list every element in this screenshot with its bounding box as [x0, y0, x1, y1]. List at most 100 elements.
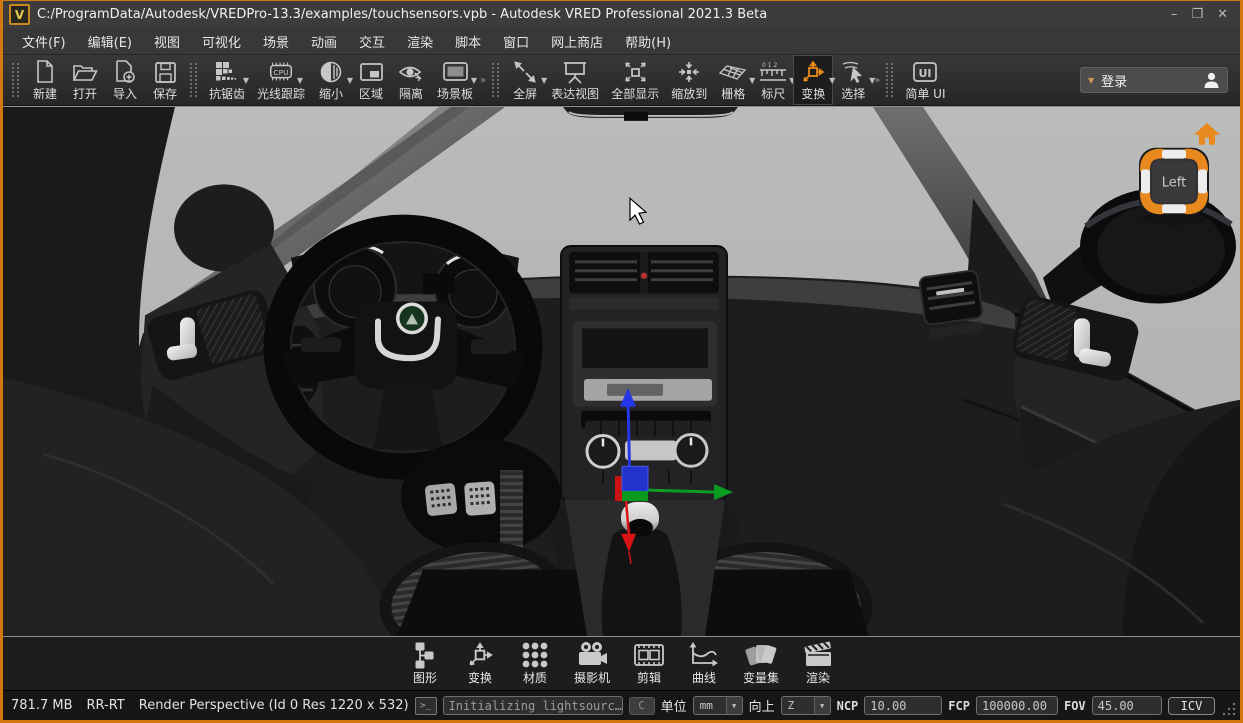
camera-button[interactable]: 摄影机	[570, 637, 614, 690]
fcp-field[interactable]: 100000.00	[975, 696, 1058, 715]
dropdown-arrow-icon[interactable]: ▼	[869, 76, 875, 85]
fullscreen-icon: ▼	[511, 59, 547, 85]
menu-store[interactable]: 网上商店	[540, 28, 614, 54]
menu-script[interactable]: 脚本	[444, 28, 492, 54]
menu-interaction[interactable]: 交互	[348, 28, 396, 54]
downscale-button[interactable]: ▼ 缩小	[311, 55, 353, 105]
fov-field[interactable]: 45.00	[1091, 696, 1162, 715]
menu-edit[interactable]: 编辑(E)	[77, 28, 143, 54]
show-all-icon	[621, 59, 649, 85]
cube-edge[interactable]	[1141, 169, 1150, 194]
cube-edge[interactable]	[1162, 204, 1186, 214]
toolbar-handle[interactable]	[190, 63, 197, 97]
scenegraph-button[interactable]: 图形	[405, 637, 445, 690]
dropdown-arrow-icon[interactable]: ▼	[725, 697, 742, 714]
toolbar-overflow-chevron[interactable]: »	[480, 75, 486, 86]
svg-text:CPU: CPU	[273, 68, 288, 77]
material-button[interactable]: 材质	[515, 637, 555, 690]
cube-edge[interactable]	[1162, 149, 1186, 159]
console-redraw	[565, 500, 725, 636]
region-icon	[357, 59, 385, 85]
units-label: 单位	[660, 700, 687, 715]
presentation-button[interactable]: 表达视图	[545, 55, 605, 105]
menu-window[interactable]: 窗口	[492, 28, 540, 54]
button-label: 导入	[112, 87, 137, 101]
menu-view[interactable]: 视图	[143, 28, 191, 54]
button-label: 摄影机	[573, 671, 610, 685]
presentation-icon	[561, 59, 589, 85]
user-icon	[1204, 72, 1219, 88]
select-button[interactable]: ▼ 选择	[833, 55, 875, 105]
raytracing-button[interactable]: CPU ▼ 光线跟踪	[251, 55, 311, 105]
curve-button[interactable]: 曲线	[684, 637, 724, 690]
antialiasing-button[interactable]: ▼ 抗锯齿	[203, 55, 251, 105]
view-cube[interactable]: Left	[1139, 147, 1209, 226]
icv-button[interactable]: ICV	[1167, 696, 1216, 715]
transform-bottom-button[interactable]: 变换	[460, 637, 500, 690]
units-combobox[interactable]: mm ▼	[692, 696, 743, 715]
region-button[interactable]: 区域	[351, 55, 391, 105]
dropdown-arrow-icon[interactable]: ▼	[243, 76, 249, 85]
dropdown-arrow-icon[interactable]: ▼	[297, 76, 303, 85]
c-button[interactable]: C	[628, 696, 655, 715]
grid-button[interactable]: ▼ 栅格	[713, 55, 755, 105]
dropdown-arrow-icon[interactable]: ▼	[471, 76, 477, 85]
menu-visualization[interactable]: 可视化	[191, 28, 252, 54]
save-button[interactable]: 保存	[145, 55, 185, 105]
open-button[interactable]: 打开	[65, 55, 105, 105]
import-button[interactable]: 导入	[105, 55, 145, 105]
status-bar: 781.7 MB RR-RT Render Perspective (Id 0 …	[3, 690, 1240, 720]
gizmo-plane-handle[interactable]	[621, 465, 649, 492]
transform-icon	[464, 640, 496, 669]
login-combobox[interactable]: ▼ 登录	[1080, 67, 1228, 93]
select-cursor-icon: ▼	[839, 59, 875, 85]
dropdown-arrow-icon[interactable]: ▼	[813, 697, 830, 714]
menu-animation[interactable]: 动画	[300, 28, 348, 54]
button-label: 变量集	[743, 671, 780, 685]
button-label: 剪辑	[636, 671, 661, 685]
simple-ui-button[interactable]: UI 简单 UI	[899, 55, 951, 105]
transform-icon: ▼	[799, 59, 835, 85]
menu-file[interactable]: 文件(F)	[11, 28, 77, 54]
toolbar-handle[interactable]	[492, 63, 500, 97]
menu-help[interactable]: 帮助(H)	[614, 28, 682, 54]
gizmo-y-axis[interactable]	[647, 488, 718, 494]
grid-icon: ▼	[719, 59, 755, 85]
gizmo-y-plane[interactable]	[622, 491, 648, 502]
zoom-to-icon	[675, 59, 703, 85]
resize-grip[interactable]	[1223, 702, 1237, 715]
show-all-button[interactable]: 全部显示	[605, 55, 665, 105]
menu-bar: 文件(F) 编辑(E) 视图 可视化 场景 动画 交互 渲染 脚本 窗口 网上商…	[3, 28, 1240, 55]
transform-button[interactable]: ▼ 变换	[793, 55, 835, 105]
variant-sets-button[interactable]: 变量集	[739, 637, 783, 690]
cube-face-label[interactable]: Left	[1162, 175, 1186, 190]
ncp-field[interactable]: 10.00	[864, 696, 943, 715]
minimize-button[interactable]: –	[1171, 7, 1178, 22]
render-button[interactable]: 渲染	[798, 637, 838, 690]
toolbar-handle[interactable]	[886, 63, 894, 97]
up-axis-combobox[interactable]: Z ▼	[780, 696, 831, 715]
menu-scene[interactable]: 场景	[252, 28, 300, 54]
maximize-button[interactable]: ❐	[1191, 7, 1203, 22]
render-viewport[interactable]: Left	[3, 106, 1240, 637]
sceneplate-button[interactable]: ▼ 场景板	[431, 55, 479, 105]
ruler-button[interactable]: 0 1 2 ▼ 标尺	[753, 55, 795, 105]
toolbar-handle[interactable]	[12, 63, 19, 97]
svg-text:0 1 2: 0 1 2	[762, 62, 777, 69]
new-button[interactable]: 新建	[25, 55, 65, 105]
terminal-icon[interactable]: >_	[414, 696, 437, 715]
console-message-field[interactable]: Initializing lightsourc…	[442, 696, 623, 715]
button-label: 栅格	[721, 87, 746, 101]
material-icon	[519, 640, 551, 669]
zoom-to-button[interactable]: 缩放到	[665, 55, 713, 105]
fullscreen-button[interactable]: ▼ 全屏	[505, 55, 547, 105]
button-label: 标尺	[761, 87, 786, 101]
import-icon	[111, 59, 139, 85]
gizmo-x-plane[interactable]	[615, 476, 622, 502]
clips-button[interactable]: 剪辑	[629, 637, 669, 690]
title-bar[interactable]: V C:/ProgramData/Autodesk/VREDPro-13.3/e…	[3, 1, 1240, 28]
cube-edge[interactable]	[1198, 169, 1207, 194]
menu-render[interactable]: 渲染	[396, 28, 444, 54]
isolate-button[interactable]: 隔离	[391, 55, 431, 105]
close-button[interactable]: ✕	[1217, 7, 1228, 22]
